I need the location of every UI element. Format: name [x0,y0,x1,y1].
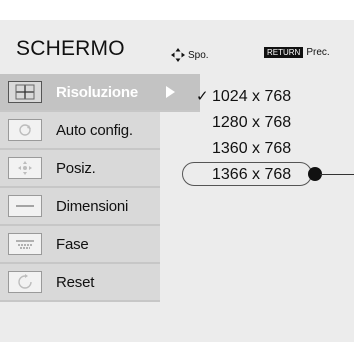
menu-item-risoluzione[interactable]: Risoluzione [0,74,200,112]
menu-item-reset[interactable]: Reset [0,264,160,302]
resolution-option-label: 1280 x 768 [212,114,292,131]
menu-item-label: Dimensioni [56,197,129,215]
position-icon [8,157,42,179]
menu-item-posiz[interactable]: Posiz. [0,150,160,188]
screen-menu: Risoluzione Auto config. Posiz. Dimensio… [0,74,200,302]
menu-item-label: Auto config. [56,121,133,139]
phase-icon [8,233,42,255]
menu-item-fase[interactable]: Fase [0,226,160,264]
return-key-badge: RETURN [264,47,304,58]
resolution-option-1280x768[interactable]: 1280 x 768 [196,110,354,136]
move-hint: Spo. [171,48,209,62]
four-way-arrow-icon [171,48,185,62]
menu-item-label: Fase [56,235,89,253]
submenu-arrow-icon [166,86,175,98]
page-title: SCHERMO [16,37,125,60]
return-hint: RETURN Prec. [264,47,330,58]
resolution-option-1360x768[interactable]: 1360 x 768 [196,136,354,162]
menu-item-auto-config[interactable]: Auto config. [0,112,160,150]
osd-header: SCHERMO Spo. RETURN Prec. [8,20,354,72]
menu-item-dimensioni[interactable]: Dimensioni [0,188,160,226]
menu-item-label: Reset [56,273,95,291]
reset-icon [8,271,42,293]
resolution-icon [8,81,42,103]
resolution-option-label: 1024 x 768 [212,88,292,105]
move-hint-label: Spo. [188,49,209,61]
menu-item-label: Posiz. [56,159,96,177]
size-icon [8,195,42,217]
tv-osd-screen: SCHERMO Spo. RETURN Prec. Risoluzione Au… [0,0,354,342]
resolution-option-label: 1360 x 768 [212,140,292,157]
resolution-option-1024x768[interactable]: ✓ 1024 x 768 [196,84,354,110]
resolution-options-list: ✓ 1024 x 768 1280 x 768 1360 x 768 1366 x… [182,84,354,188]
check-icon: ✓ [196,88,209,105]
menu-item-label: Risoluzione [56,83,138,101]
return-hint-label: Prec. [306,47,330,58]
auto-config-icon [8,119,42,141]
callout-line [320,173,354,175]
resolution-option-1366x768[interactable]: 1366 x 768 [182,162,354,188]
option-highlight-pill [182,162,312,186]
